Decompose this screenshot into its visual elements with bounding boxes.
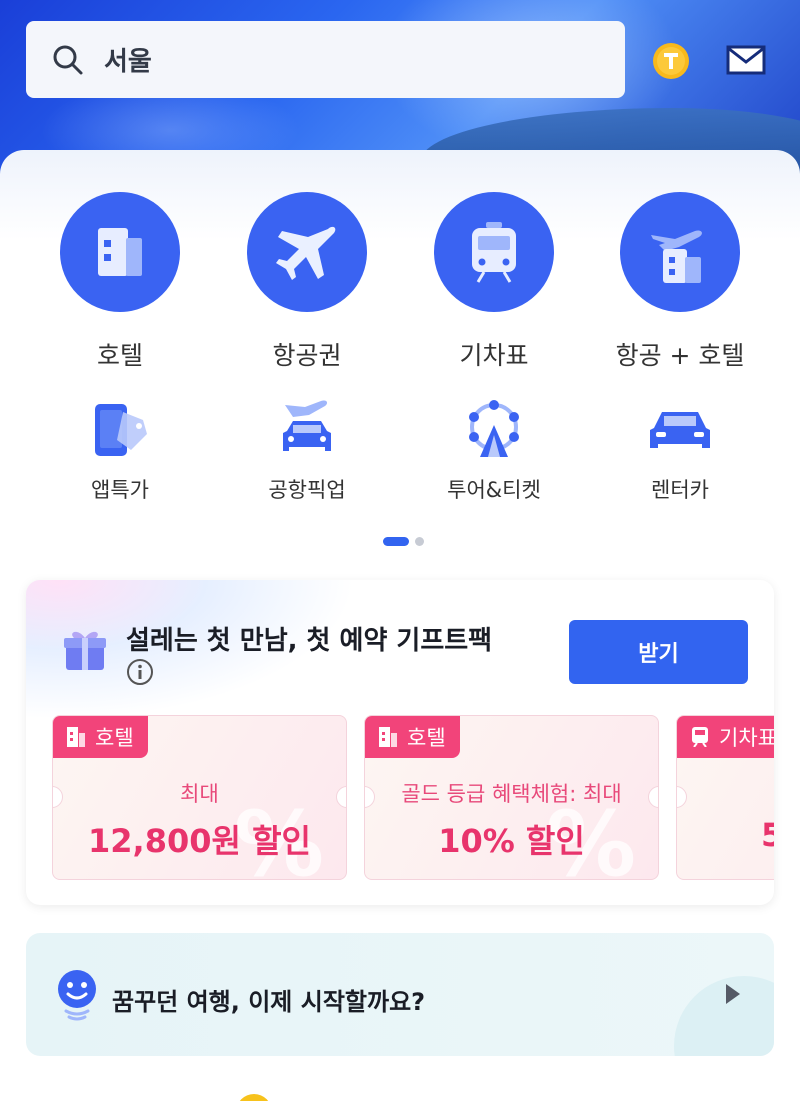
coupon-discount: 10% 할인 xyxy=(438,822,585,860)
coupon-category-tag: 호텔 xyxy=(53,716,148,758)
coupon-category-tag: 기차표 xyxy=(677,716,774,758)
train-icon-circle xyxy=(434,192,554,312)
coupon-subtitle: 최대 xyxy=(180,782,219,806)
coupon-card[interactable]: 기차표 5 xyxy=(676,715,774,880)
menu-airport-pickup-label: 공항픽업 xyxy=(268,478,346,502)
travel-start-banner[interactable]: 꿈꾸던 여행, 이제 시작할까요? xyxy=(26,933,774,1056)
ferris-wheel-icon-wrap xyxy=(454,394,534,464)
coupon-card[interactable]: 호텔 % 골드 등급 혜택체험: 최대 10% 할인 xyxy=(364,715,659,880)
coupon-discount: 12,800원 할인 xyxy=(88,822,311,860)
hotel-icon xyxy=(67,727,85,747)
menu-tour-ticket[interactable]: 투어&티켓 xyxy=(414,394,574,504)
menu-tour-ticket-label: 투어&티켓 xyxy=(447,478,541,502)
phone-tag-icon xyxy=(95,404,147,456)
travel-start-text: 꿈꾸던 여행, 이제 시작할까요? xyxy=(112,988,426,1016)
menu-train-label: 기차표 xyxy=(459,341,529,370)
mail-icon[interactable] xyxy=(726,45,766,75)
hotel-icon xyxy=(379,727,397,747)
rental-car-icon xyxy=(650,412,710,448)
play-arrow-icon[interactable] xyxy=(724,982,742,1006)
coupon-category-label: 기차표 xyxy=(719,726,774,750)
info-icon[interactable] xyxy=(126,658,154,686)
menu-flight-hotel-label: 항공 + 호텔 xyxy=(615,341,745,370)
search-input-value[interactable]: 서울 xyxy=(104,41,152,78)
phone-tag-icon-wrap xyxy=(80,394,160,464)
menu-airport-pickup[interactable]: 공항픽업 xyxy=(227,394,387,504)
airplane-icon xyxy=(276,226,336,280)
menu-app-deals[interactable]: 앱특가 xyxy=(40,394,200,504)
coupon-subtitle: 골드 등급 혜택체험: 최대 xyxy=(401,782,622,806)
coupon-notch xyxy=(677,786,687,808)
train-icon xyxy=(472,222,516,283)
airport-pickup-icon-wrap xyxy=(267,394,347,464)
airport-pickup-icon xyxy=(283,400,331,451)
menu-rental-car[interactable]: 렌터카 xyxy=(600,394,760,504)
menu-flight-label: 항공권 xyxy=(272,341,342,370)
receive-button[interactable]: 받기 xyxy=(569,620,748,684)
coupon-card[interactable]: 호텔 % 최대 12,800원 할인 xyxy=(52,715,347,880)
menu-app-deals-label: 앱특가 xyxy=(91,478,149,502)
airplane-icon-circle xyxy=(247,192,367,312)
gift-box-icon xyxy=(64,631,106,670)
menu-flight-hotel[interactable]: 항공 + 호텔 xyxy=(600,192,760,372)
train-icon xyxy=(692,727,708,747)
page-indicator xyxy=(383,537,424,546)
coupon-category-label: 호텔 xyxy=(407,726,446,750)
menu-hotel-label: 호텔 xyxy=(96,341,143,370)
hotel-icon xyxy=(98,228,142,276)
coupon-discount: 5 xyxy=(677,816,774,854)
page-dot[interactable] xyxy=(415,537,424,546)
rental-car-icon-wrap xyxy=(640,394,720,464)
flight-hotel-icon xyxy=(651,230,702,283)
hotel-icon-circle xyxy=(60,192,180,312)
search-bar[interactable]: 서울 xyxy=(26,21,625,98)
coupon-category-tag: 호텔 xyxy=(365,716,460,758)
coin-t-icon[interactable] xyxy=(652,42,690,80)
ferris-wheel-icon xyxy=(469,400,519,457)
menu-hotel[interactable]: 호텔 xyxy=(40,192,200,372)
page-dot-active xyxy=(383,537,409,546)
gift-pack-title: 설레는 첫 만남, 첫 예약 기프트팩 xyxy=(126,626,493,656)
gift-pack-card: 설레는 첫 만남, 첫 예약 기프트팩 받기 호텔 % 최대 12,800원 할… xyxy=(26,580,774,905)
mascot-icon xyxy=(58,970,96,1021)
menu-train[interactable]: 기차표 xyxy=(414,192,574,372)
menu-flight[interactable]: 항공권 xyxy=(227,192,387,372)
menu-rental-car-label: 렌터카 xyxy=(651,478,709,502)
flight-hotel-icon-circle xyxy=(620,192,740,312)
coupon-category-label: 호텔 xyxy=(95,726,134,750)
search-icon xyxy=(53,45,83,74)
